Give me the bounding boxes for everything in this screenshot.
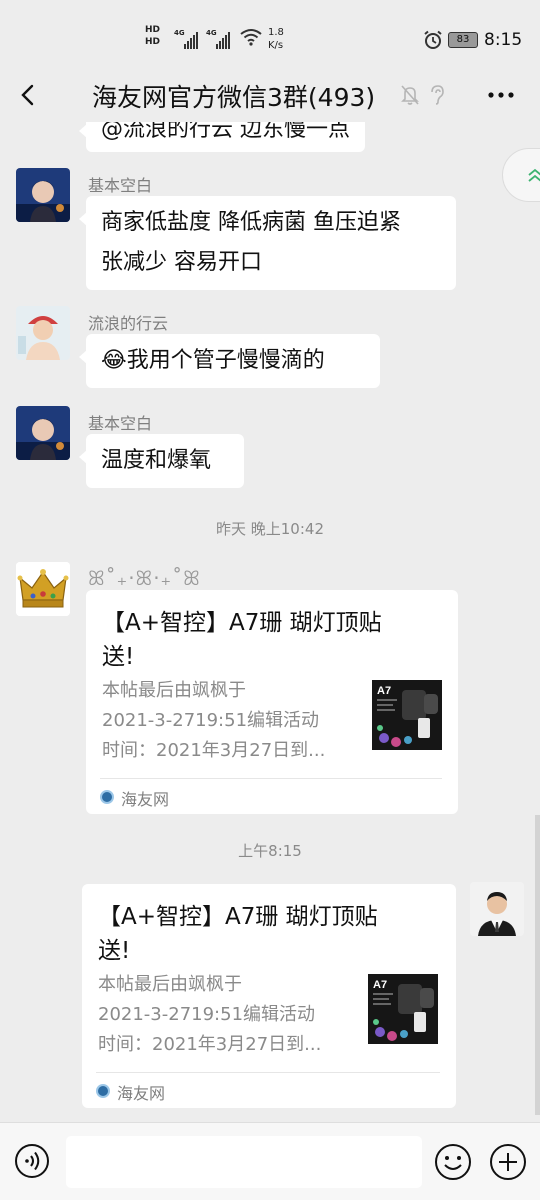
avatar[interactable] (16, 168, 70, 222)
card-title: 【A+智控】A7珊 瑚灯顶贴 送! (102, 610, 382, 670)
card-title: 【A+智控】A7珊 瑚灯顶贴 送! (98, 904, 378, 964)
plus-icon[interactable] (489, 1143, 527, 1181)
battery-indicator: 83 (448, 32, 478, 48)
message-bubble-partial[interactable]: @流浪的行云 边东慢一点 (79, 122, 365, 152)
chat-title: 海友网官方微信3群(493) (92, 83, 376, 112)
card-thumbnail: A7 (368, 974, 438, 1044)
more-dots-icon[interactable] (486, 82, 516, 108)
link-card[interactable]: 【A+智控】A7珊 瑚灯顶贴 送! 本帖最后由飒枫于 2021-3-2719:5… (86, 590, 458, 814)
emoji-icon[interactable] (434, 1143, 472, 1181)
alarm-icon (424, 30, 442, 49)
chevron-up-icon (528, 168, 540, 182)
avatar[interactable] (16, 306, 70, 360)
source-logo-icon (100, 790, 114, 804)
message-input[interactable] (66, 1136, 422, 1188)
sender-name: 流浪的行云 (88, 314, 169, 333)
chat-messages[interactable]: @流浪的行云 边东慢一点 基本空白 商家低盐度 降低病菌 鱼压迫紧 张减少 容易… (0, 122, 540, 1122)
back-arrow-icon[interactable] (14, 80, 44, 110)
status-time: 8:15 (484, 30, 523, 50)
status-bar: HD HD 4G 4G 1.8 K/s 83 8:15 (0, 0, 540, 72)
sender-name: ꕤ˚₊‧ꕤ‧₊˚ꕤ (88, 566, 201, 590)
chat-header: 海友网官方微信3群(493) (0, 72, 540, 122)
card-source: 海友网 (117, 1084, 166, 1103)
hd-indicator: HD HD (145, 25, 161, 47)
card-description: 本帖最后由飒枫于 2021-3-2719:51编辑活动 时间：2021年3月27… (102, 680, 326, 761)
sender-name: 基本空白 (88, 176, 153, 195)
signal-icon (184, 30, 199, 49)
input-bar (0, 1122, 540, 1200)
laugh-emoji-icon: 😂 (101, 348, 127, 373)
earpiece-icon (431, 85, 444, 105)
avatar[interactable] (16, 406, 70, 460)
card-thumb-label: A7 (377, 685, 391, 697)
scrollbar[interactable] (535, 815, 540, 1115)
wifi-icon (240, 29, 262, 46)
signal-icon-2 (216, 30, 231, 49)
link-card[interactable]: 【A+智控】A7珊 瑚灯顶贴 送! 本帖最后由飒枫于 2021-3-2719:5… (82, 884, 456, 1108)
card-thumb-label: A7 (373, 979, 387, 991)
card-source: 海友网 (121, 790, 170, 809)
mute-bell-icon (401, 85, 419, 105)
message-bubble[interactable]: 😂我用个管子慢慢滴的 (79, 334, 380, 388)
network-speed: 1.8 K/s (268, 27, 284, 51)
card-thumbnail: A7 (372, 680, 442, 750)
message-bubble[interactable]: 商家低盐度 降低病菌 鱼压迫紧 张减少 容易开口 (79, 196, 456, 290)
source-logo-icon (96, 1084, 110, 1098)
card-description: 本帖最后由飒枫于 2021-3-2719:51编辑活动 时间：2021年3月27… (98, 974, 322, 1055)
voice-icon[interactable] (14, 1143, 50, 1179)
timestamp: 上午8:15 (238, 842, 302, 860)
message-bubble[interactable]: 温度和爆氧 (79, 434, 244, 488)
timestamp: 昨天 晚上10:42 (216, 520, 324, 538)
avatar[interactable] (470, 882, 524, 936)
avatar[interactable] (16, 562, 70, 616)
sender-name: 基本空白 (88, 414, 153, 433)
